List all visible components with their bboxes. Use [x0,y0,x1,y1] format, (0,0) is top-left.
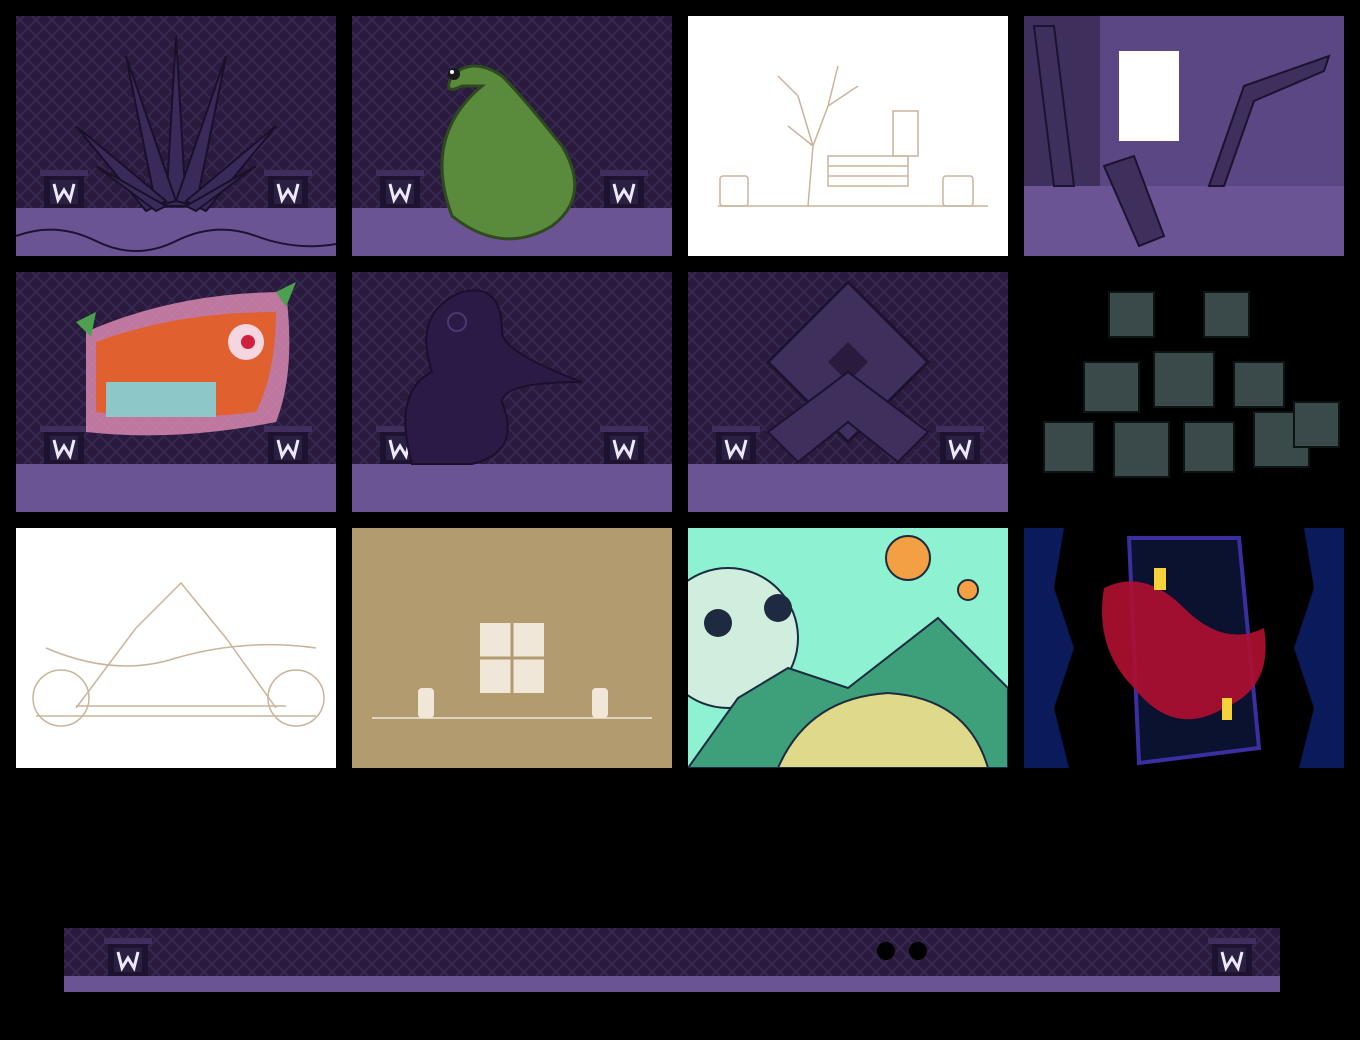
broken-room-backdrop[interactable] [1024,16,1344,256]
window-silhouette-backdrop[interactable] [352,528,672,768]
pastel-mountain-backdrop[interactable] [688,528,1008,768]
mountain-sketch-backdrop[interactable] [16,528,336,768]
pastel-mountain-icon [688,528,1008,768]
mountain-sketch-icon [16,528,336,768]
wide-stage-strip[interactable] [64,928,1280,992]
tower-icon [1024,528,1344,768]
tree-sketch-icon [688,16,1008,256]
stage-eyes-icon [64,928,1280,992]
cubes-icon [1024,272,1344,512]
graffiti-backdrop[interactable] [16,272,336,512]
tree-sketch-backdrop[interactable] [688,16,1008,256]
window-icon [352,528,672,768]
diamond-emblem-backdrop[interactable] [688,272,1008,512]
stone-cubes-backdrop[interactable] [1024,272,1344,512]
spiky-plant-backdrop[interactable] [16,16,336,256]
broken-pillars-icon [1024,16,1344,256]
green-curl-icon [352,16,672,256]
bird-icon [352,272,672,512]
green-curl-creature-backdrop[interactable] [352,16,672,256]
graffiti-icon [16,272,336,512]
crimson-tower-backdrop[interactable] [1024,528,1344,768]
diamond-icon [688,272,1008,512]
spiky-plant-icon [16,16,336,256]
bird-silhouette-backdrop[interactable] [352,272,672,512]
